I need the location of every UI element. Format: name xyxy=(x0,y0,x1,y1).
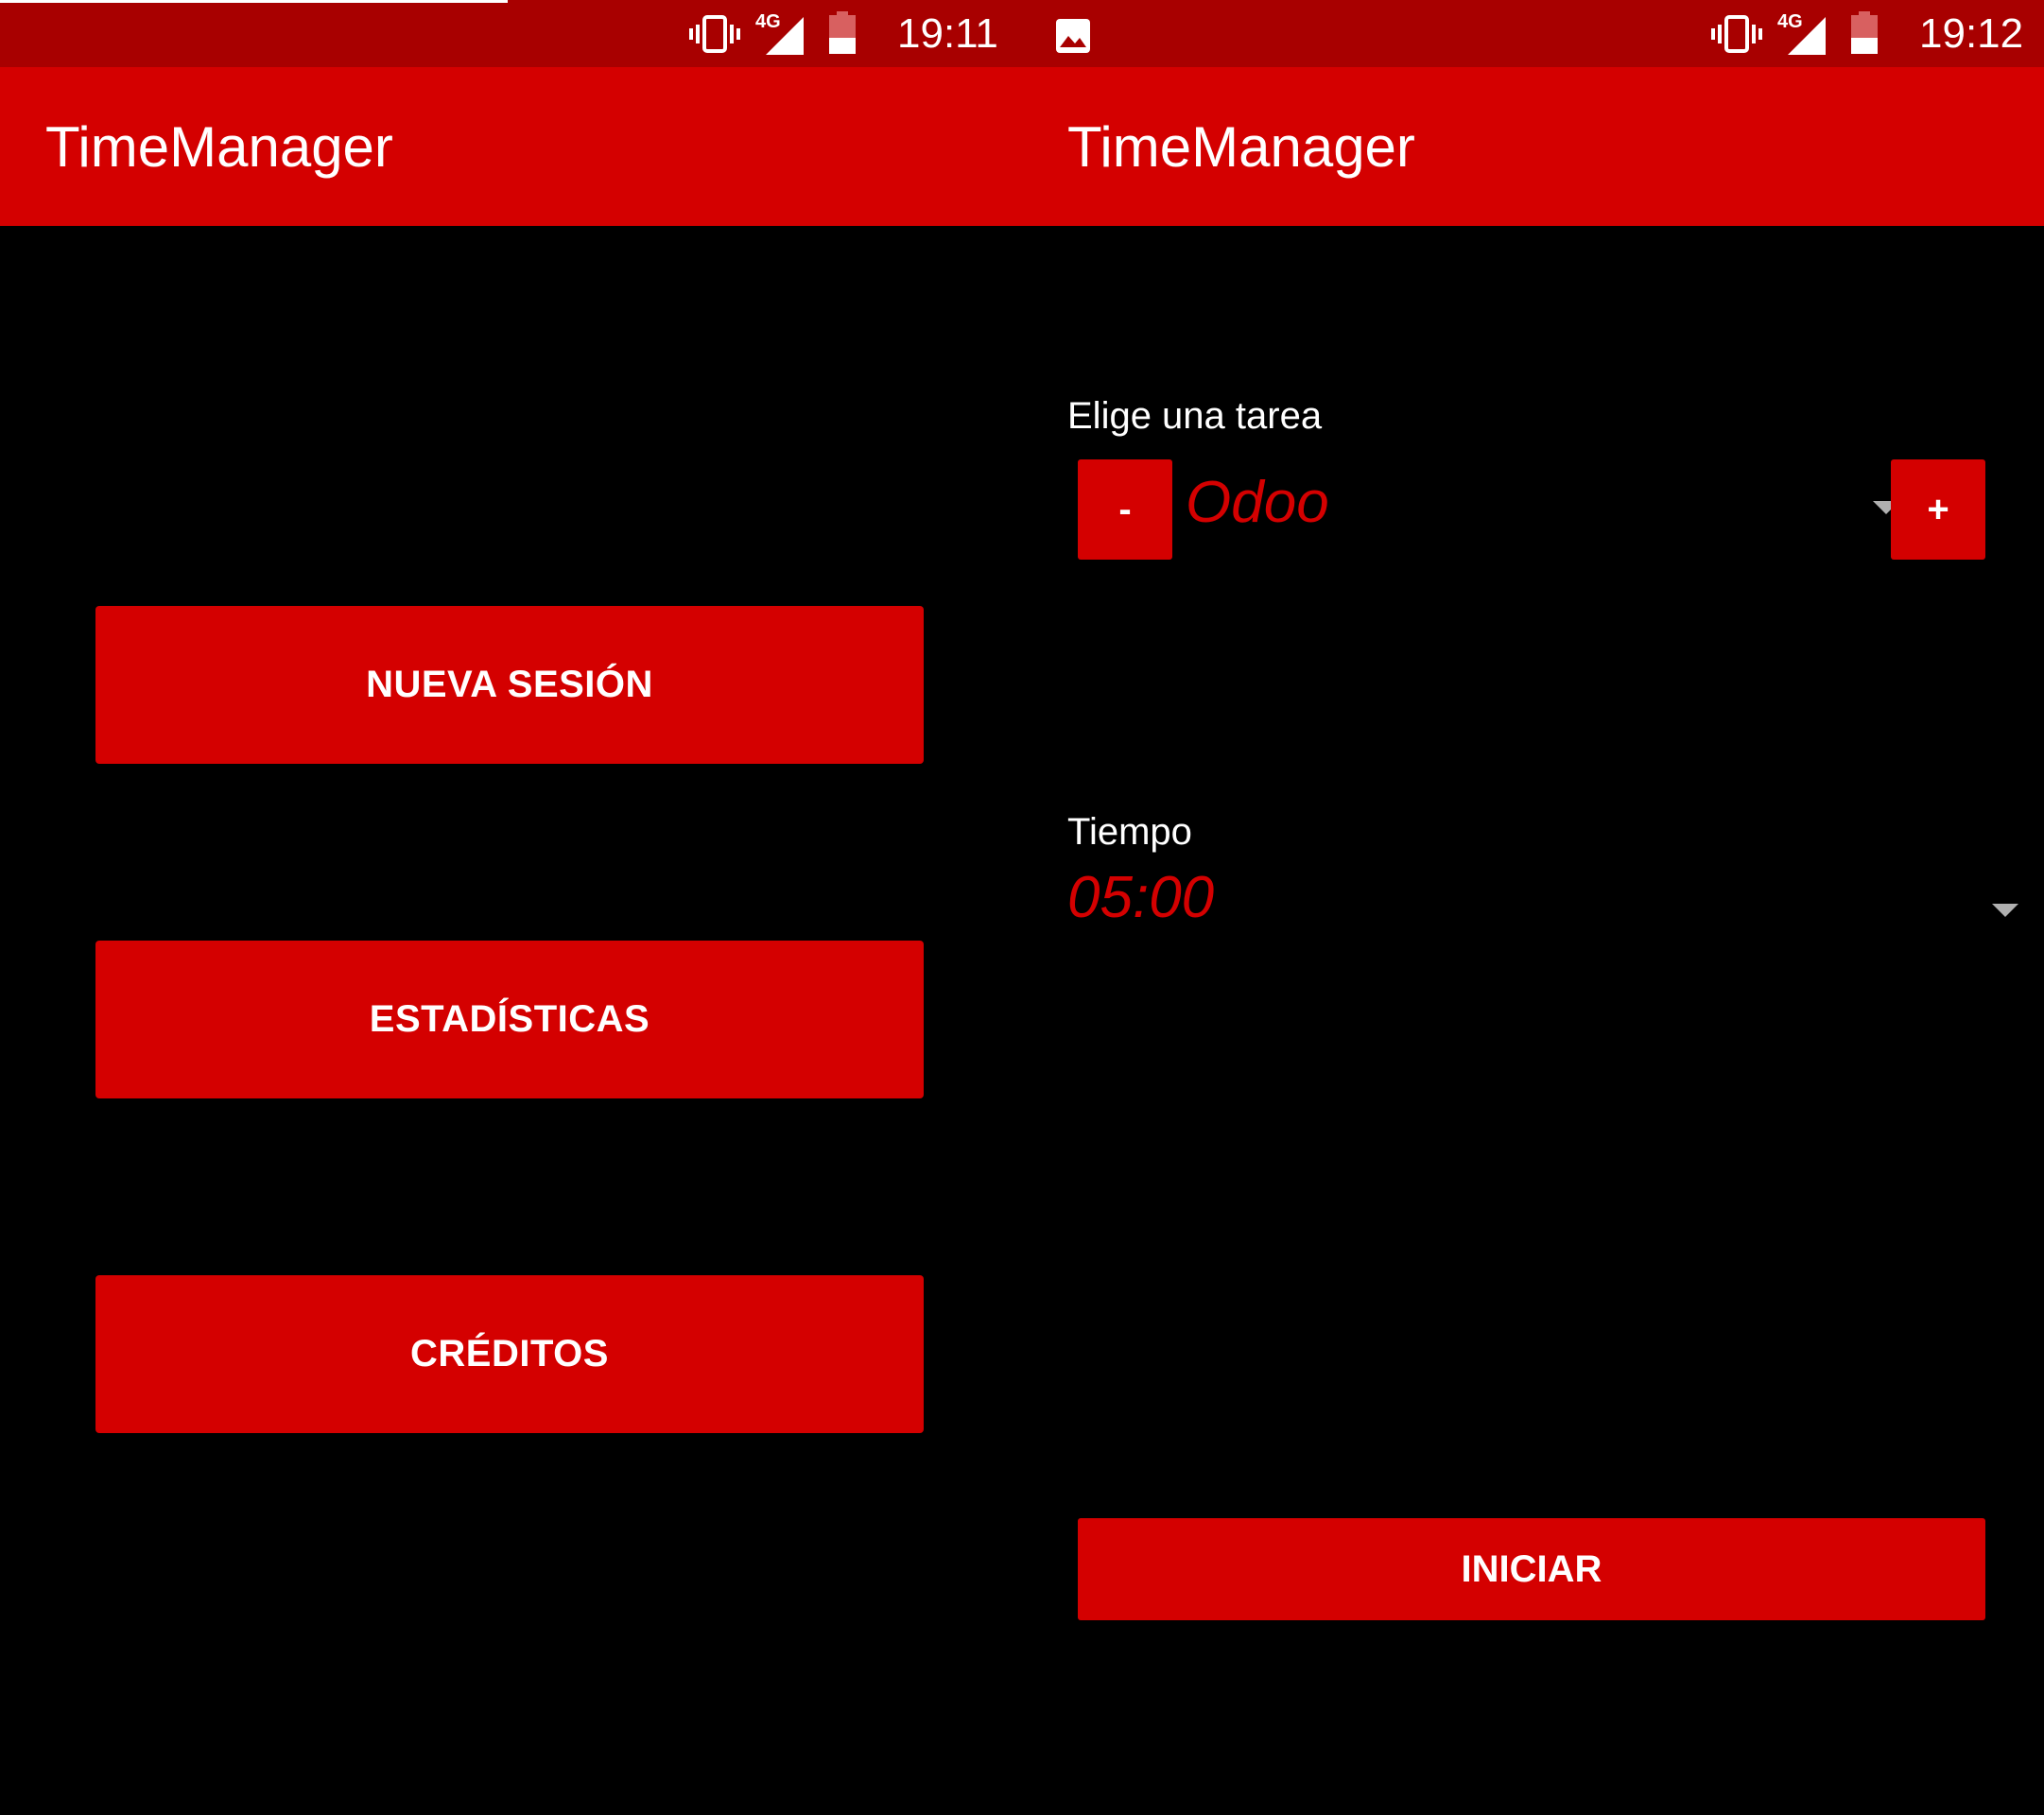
main-menu-screen: 4G 19:11 TimeManager NUEVA SESIÓN ESTADÍ… xyxy=(0,0,1022,1815)
signal-icon xyxy=(1788,17,1826,55)
vibrate-icon xyxy=(689,15,740,53)
chevron-down-icon xyxy=(1992,904,2018,917)
new-session-button[interactable]: NUEVA SESIÓN xyxy=(95,606,924,764)
signal-icon xyxy=(766,17,804,55)
task-label: Elige una tarea xyxy=(1067,395,1323,437)
status-time: 19:12 xyxy=(1919,10,2024,57)
add-task-button[interactable]: + xyxy=(1891,459,1985,560)
new-session-screen: 4G 19:12 TimeManager Elige una tarea - O… xyxy=(1022,0,2044,1815)
start-button[interactable]: INICIAR xyxy=(1078,1518,1985,1620)
time-label: Tiempo xyxy=(1067,811,1192,853)
statistics-button[interactable]: ESTADÍSTICAS xyxy=(95,941,924,1098)
status-bar: 4G 19:11 xyxy=(0,0,1022,67)
app-title: TimeManager xyxy=(45,115,393,179)
status-time: 19:11 xyxy=(897,10,998,57)
status-bar: 4G 19:12 xyxy=(1022,0,2044,67)
remove-task-button[interactable]: - xyxy=(1078,459,1172,560)
battery-icon xyxy=(1851,11,1878,54)
image-icon xyxy=(1056,19,1090,53)
app-bar: TimeManager xyxy=(1022,67,2044,226)
task-spinner[interactable]: Odoo xyxy=(1186,471,1904,546)
status-bar-top-strip xyxy=(0,0,508,3)
app-title: TimeManager xyxy=(1067,115,1415,179)
task-spinner-value: Odoo xyxy=(1186,470,1329,535)
app-bar: TimeManager xyxy=(0,67,1022,226)
battery-icon xyxy=(829,11,856,54)
time-spinner[interactable]: 05:00 xyxy=(1067,866,2022,942)
vibrate-icon xyxy=(1711,15,1762,53)
time-spinner-value: 05:00 xyxy=(1067,865,1215,930)
credits-button[interactable]: CRÉDITOS xyxy=(95,1275,924,1433)
